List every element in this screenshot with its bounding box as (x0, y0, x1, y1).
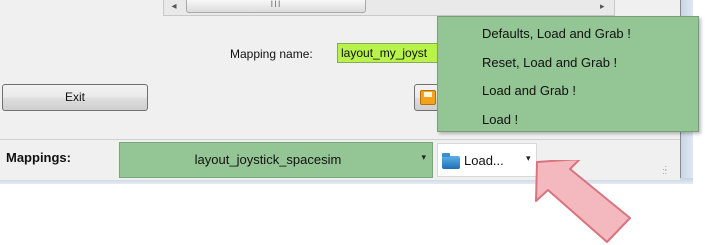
menu-item-defaults-load-grab[interactable]: Defaults, Load and Grab ! (482, 26, 631, 41)
exit-button[interactable]: Exit (2, 84, 148, 111)
horizontal-scrollbar[interactable]: ◂ III ▸ (163, 0, 615, 16)
menu-item-load[interactable]: Load ! (482, 112, 518, 127)
mapping-name-label: Mapping name: (230, 47, 313, 61)
mappings-label: Mappings: (6, 150, 71, 165)
folder-icon (442, 153, 460, 169)
scroll-right-icon[interactable]: ▸ (600, 0, 610, 14)
pink-arrow-pointer-icon (535, 160, 631, 243)
mappings-dropdown[interactable]: layout_joystick_spacesim ▾ (119, 142, 433, 178)
mappings-selected-value: layout_joystick_spacesim (194, 152, 342, 167)
save-disk-icon (420, 90, 436, 105)
thumb-grip: III (270, 0, 282, 10)
menu-item-load-grab[interactable]: Load and Grab ! (482, 83, 576, 98)
load-dropdown-menu: Defaults, Load and Grab ! Reset, Load an… (437, 16, 699, 132)
mapping-name-field[interactable]: layout_my_joyst (337, 43, 442, 63)
scrollbar-thumb[interactable]: III (186, 0, 366, 13)
chevron-down-icon[interactable]: ▾ (421, 153, 426, 163)
menu-item-reset-load-grab[interactable]: Reset, Load and Grab ! (482, 55, 617, 70)
resize-grip-icon[interactable]: .:.: (662, 164, 667, 176)
scroll-left-icon[interactable]: ◂ (166, 0, 182, 14)
load-button-label: Load... (464, 153, 504, 168)
